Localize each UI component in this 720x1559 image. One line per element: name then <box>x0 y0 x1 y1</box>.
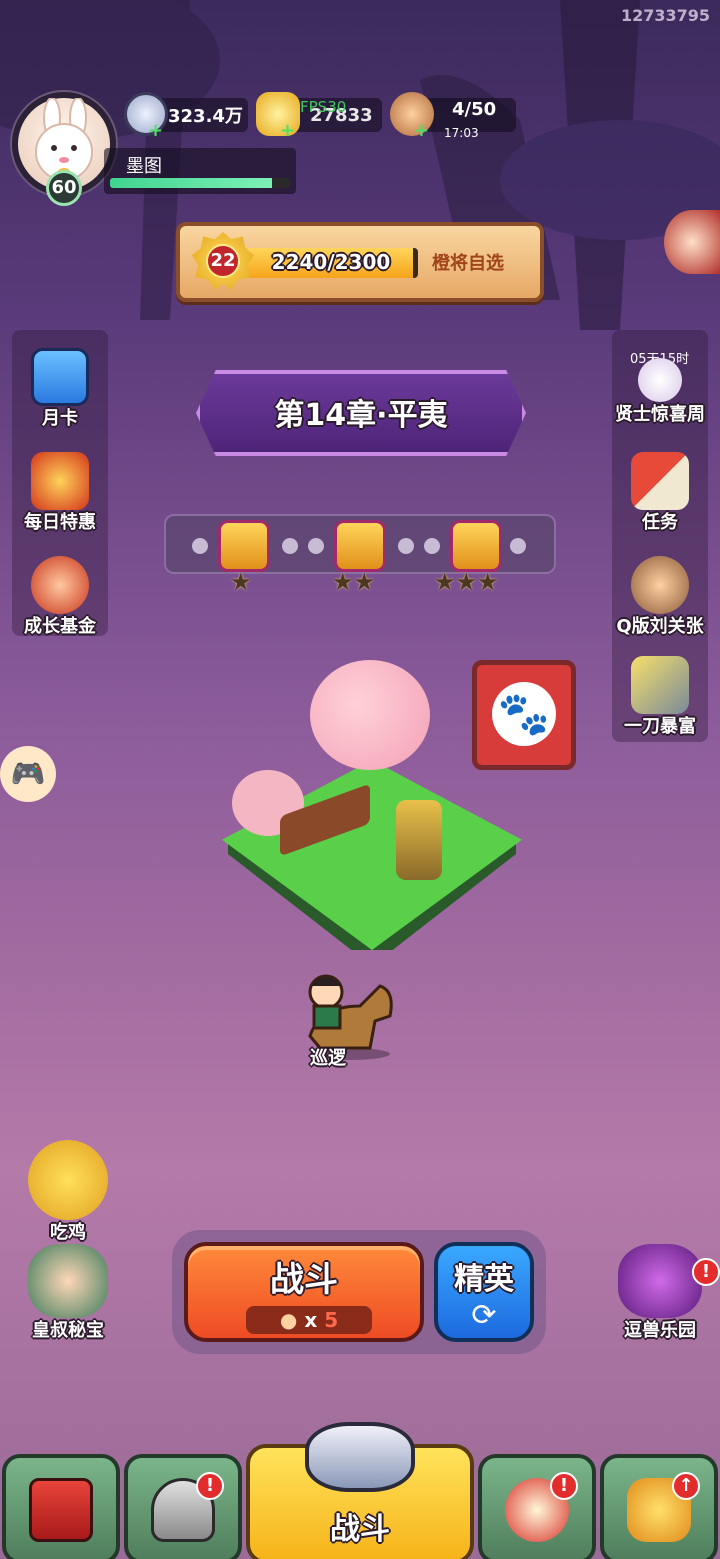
one-slash-rich-button[interactable]: 一刀暴富 <box>612 656 708 738</box>
sage-week-button[interactable]: 贤士惊喜周 <box>612 358 708 426</box>
progress-dot <box>424 538 440 554</box>
nav-tab-battle-label: 战斗 <box>330 1512 390 1547</box>
paw-icon: 🐾 <box>492 682 556 746</box>
chicken-character-icon <box>28 1140 108 1220</box>
castle-icon <box>29 1478 93 1542</box>
add-gold-icon[interactable]: + <box>280 122 295 140</box>
player-name: 墨图 <box>126 156 162 177</box>
chest-2-stars: ★★ <box>332 568 376 596</box>
player-level-badge: 60 <box>46 170 82 206</box>
chest-3-stars: ★★★ <box>434 568 499 596</box>
add-stamina-icon[interactable]: + <box>414 122 429 140</box>
progress-dot <box>282 538 298 554</box>
uncle-treasure-button[interactable]: 皇叔秘宝 <box>20 1244 116 1342</box>
monthly-card-button[interactable]: 月卡 <box>12 348 108 430</box>
rank-level: 22 <box>206 244 240 278</box>
golden-knight <box>396 800 442 880</box>
reward-chest-2[interactable] <box>334 520 386 572</box>
progress-dot <box>398 538 414 554</box>
nav-tab-heroes[interactable] <box>124 1454 242 1559</box>
heroes-trio-icon <box>631 556 689 614</box>
chest-1-stars: ★ <box>230 568 252 596</box>
sage-character-icon <box>638 358 682 402</box>
meat-drumstick-icon: ● <box>279 1308 298 1332</box>
elite-button[interactable]: 精英 ⟳ <box>434 1242 534 1342</box>
fight-cost: ● x 5 <box>246 1306 372 1334</box>
elite-label: 精英 <box>454 1262 514 1297</box>
tasks-button[interactable]: 任务 <box>612 452 708 534</box>
beast-park-alert-badge: ! <box>692 1258 720 1286</box>
chicken-button[interactable]: 吃鸡 <box>20 1140 116 1244</box>
fps-overlay: FPS30 <box>300 98 347 116</box>
growth-fund-button[interactable]: 成长基金 <box>12 556 108 638</box>
refresh-icon: ⟳ <box>471 1298 497 1333</box>
nav-tab-gacha[interactable] <box>478 1454 596 1559</box>
scroll-icon <box>631 452 689 510</box>
upgrade-alert-badge: ↑ <box>672 1472 700 1500</box>
chapter-title: 第14章·平夷 <box>274 398 448 433</box>
sword-treasure-icon <box>631 656 689 714</box>
beast-park-icon <box>618 1244 702 1318</box>
progress-dot <box>308 538 324 554</box>
reward-chest-1[interactable] <box>218 520 270 572</box>
add-silver-icon[interactable]: + <box>148 122 163 140</box>
silver-amount: 323.4万 <box>168 106 243 127</box>
fight-button[interactable]: 战斗 ● x 5 <box>184 1242 424 1342</box>
fight-label: 战斗 <box>270 1260 338 1300</box>
xp-bar <box>110 178 290 188</box>
player-name-bar: 墨图 <box>104 148 296 194</box>
q-heroes-button[interactable]: Q版刘关张 <box>612 556 708 638</box>
orange-general-pick-button[interactable]: 橙将自选 <box>432 249 504 275</box>
nav-tab-city[interactable] <box>2 1454 120 1559</box>
crossed-swords-icon <box>305 1422 415 1492</box>
patrol-label: 巡逻 <box>310 1048 346 1069</box>
stamina-timer: 17:03 <box>444 126 479 140</box>
gacha-alert-badge: ! <box>550 1472 578 1500</box>
progress-dot <box>510 538 526 554</box>
progress-dot <box>192 538 208 554</box>
event-character-icon[interactable] <box>664 210 720 274</box>
daily-deal-button[interactable]: 每日特惠 <box>12 452 108 534</box>
rank-progress-text: 2240/2300 <box>271 250 391 274</box>
cherry-tree <box>310 660 430 770</box>
user-id: 12733795 <box>620 6 710 25</box>
nav-tab-upgrade[interactable] <box>600 1454 718 1559</box>
gamepad-icon[interactable]: 🎮 <box>0 746 56 802</box>
calendar-card-icon <box>31 348 89 406</box>
silver-counter[interactable]: + 323.4万 <box>124 92 248 140</box>
gift-bag-icon <box>31 452 89 510</box>
beast-park-button[interactable]: 逗兽乐园 <box>612 1244 708 1342</box>
reward-chest-3[interactable] <box>450 520 502 572</box>
heroes-alert-badge: ! <box>196 1472 224 1500</box>
fund-character-icon <box>31 556 89 614</box>
uncle-treasure-icon <box>28 1244 108 1318</box>
stamina-amount: 4/50 <box>452 98 497 120</box>
